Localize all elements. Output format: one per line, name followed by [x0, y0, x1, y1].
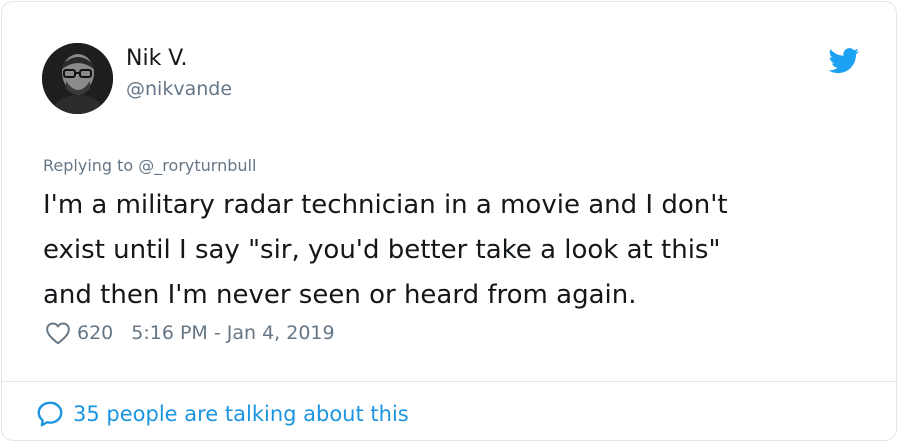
tweet-timestamp[interactable]: 5:16 PM - Jan 4, 2019 — [131, 322, 334, 344]
tweet-card: Nik V. @nikvande Replying to @_roryturnb… — [1, 1, 897, 441]
divider — [2, 381, 896, 382]
heart-icon[interactable] — [45, 321, 71, 345]
author-handle[interactable]: @nikvande — [126, 77, 232, 101]
like-count[interactable]: 620 — [77, 322, 113, 344]
conversation-link[interactable]: 35 people are talking about this — [35, 398, 409, 430]
reply-mention-link[interactable]: @_roryturnbull — [138, 156, 256, 175]
reply-prefix: Replying to — [43, 156, 139, 175]
avatar[interactable] — [42, 43, 113, 114]
tweet-meta: 620 5:16 PM - Jan 4, 2019 — [45, 319, 335, 347]
author-display-name[interactable]: Nik V. — [126, 46, 188, 72]
tweet-text: I'm a military radar technician in a mov… — [43, 190, 728, 310]
speech-bubble-icon — [37, 401, 63, 427]
conversation-label[interactable]: 35 people are talking about this — [73, 402, 409, 426]
reply-context: Replying to @_roryturnbull — [43, 155, 256, 177]
twitter-bird-icon[interactable] — [828, 48, 860, 74]
avatar-photo — [42, 43, 113, 114]
